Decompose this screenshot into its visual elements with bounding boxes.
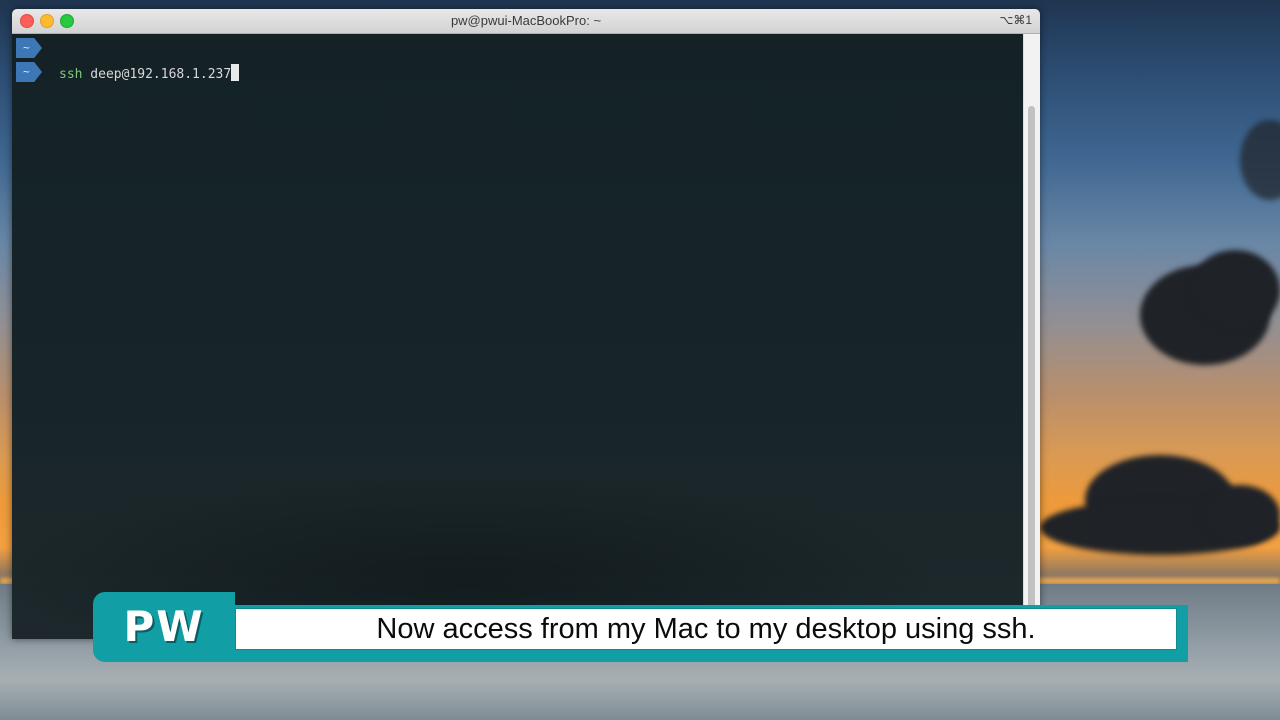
window-titlebar[interactable]: pw@pwui-MacBookPro: ~ ⌥⌘1 (12, 9, 1040, 34)
wallpaper-cloud (1190, 250, 1280, 330)
channel-logo-text: PW (123, 602, 205, 651)
terminal-scrollbar[interactable] (1023, 34, 1040, 639)
window-shortcut: ⌥⌘1 (999, 13, 1032, 27)
prompt-segment-home: ~ (16, 38, 42, 58)
video-caption-banner: Now access from my Mac to my desktop usi… (93, 592, 1188, 662)
prompt-segment-home: ~ (16, 62, 42, 82)
terminal-window[interactable]: pw@pwui-MacBookPro: ~ ⌥⌘1 ~ ~ ssh deep@1… (12, 9, 1040, 639)
scrollbar-thumb[interactable] (1028, 106, 1035, 631)
caption-text: Now access from my Mac to my desktop usi… (235, 608, 1177, 650)
channel-logo-badge: PW (93, 592, 235, 662)
wallpaper-cloud (1200, 485, 1280, 545)
wallpaper-cloud (1240, 120, 1280, 200)
command-arguments: deep@192.168.1.237 (82, 67, 232, 82)
text-cursor (231, 64, 240, 81)
terminal-content[interactable]: ~ ~ ssh deep@192.168.1.237 (12, 34, 1040, 639)
window-title: pw@pwui-MacBookPro: ~ (450, 13, 602, 28)
command-line[interactable]: ssh deep@192.168.1.237 (59, 64, 240, 82)
command-keyword: ssh (59, 67, 83, 82)
